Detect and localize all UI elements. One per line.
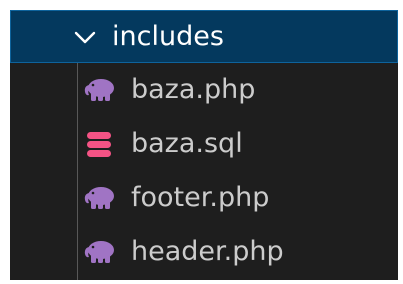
file-item-baza-php[interactable]: baza.php xyxy=(10,63,398,117)
chevron-down-icon xyxy=(74,31,96,44)
php-elephant-icon xyxy=(84,241,114,263)
file-name: baza.php xyxy=(131,74,256,105)
php-elephant-icon xyxy=(84,79,114,101)
database-icon xyxy=(87,132,111,157)
file-item-footer-php[interactable]: footer.php xyxy=(10,171,398,225)
file-name: footer.php xyxy=(131,182,270,213)
file-item-baza-sql[interactable]: baza.sql xyxy=(10,117,398,171)
php-elephant-icon xyxy=(84,187,114,209)
folder-name: includes xyxy=(112,21,224,52)
file-item-header-php[interactable]: header.php xyxy=(10,225,398,279)
file-explorer: includes baza.php baza.sql footer.php he… xyxy=(10,10,398,280)
file-name: baza.sql xyxy=(131,128,243,159)
folder-row-includes[interactable]: includes xyxy=(10,10,398,63)
file-name: header.php xyxy=(131,236,284,267)
